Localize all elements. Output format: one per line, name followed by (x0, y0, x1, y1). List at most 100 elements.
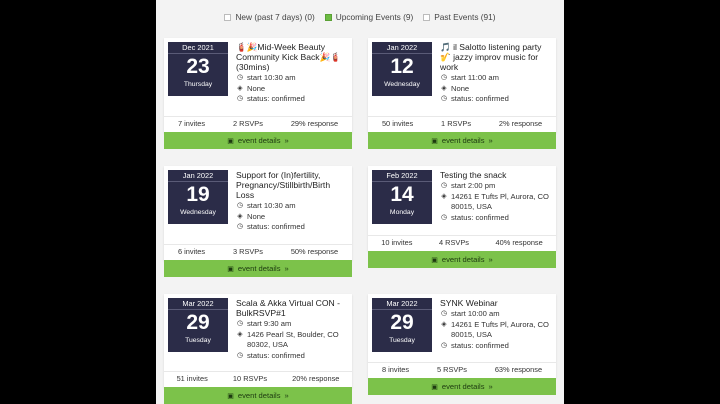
status-icon: ◷ (236, 95, 244, 102)
calendar-icon: ▣ (431, 256, 438, 264)
status-icon: ◷ (440, 95, 448, 102)
event-title[interactable]: Support for (In)fertility, Pregnancy/Sti… (236, 170, 350, 200)
event-card: Feb 2022 14 Monday Testing the snack ◷ st… (368, 166, 556, 268)
double-chevron-right-icon: » (284, 136, 289, 145)
event-info: Testing the snack ◷ start 2:00 pm ◈ 14261 … (440, 170, 554, 223)
rsvps-count: 1 RSVPs (441, 119, 472, 128)
event-details-label: event details (237, 136, 281, 145)
double-chevron-right-icon: » (488, 255, 493, 264)
date-weekday: Tuesday (389, 337, 415, 344)
event-details-button[interactable]: ▣ event details » (164, 132, 352, 149)
rsvps-count: 3 RSVPs (232, 247, 263, 256)
double-chevron-right-icon: » (284, 264, 289, 273)
event-details-button[interactable]: ▣ event details » (368, 251, 556, 268)
event-location: None (451, 83, 470, 93)
filter-new-checkbox[interactable] (224, 13, 232, 21)
event-time: start 9:30 am (247, 319, 292, 328)
date-day: 29 (186, 311, 210, 334)
event-status: status: confirmed (451, 340, 509, 350)
clock-icon: ◷ (440, 310, 448, 317)
event-title[interactable]: 🎵 il Salotto listening party 🎷 jazzy imp… (440, 42, 554, 72)
location-icon: ◈ (237, 330, 243, 338)
event-stats: 7 invites 2 RSVPs 29% response (164, 116, 352, 130)
location-icon: ◈ (441, 192, 447, 200)
location-icon: ◈ (237, 84, 243, 92)
event-info: 🧯🎉Mid-Week Beauty Community Kick Back🎉🧯(… (236, 42, 350, 105)
invites-count: 50 invites (381, 119, 414, 128)
date-day: 29 (390, 311, 414, 334)
date-month: Mar 2022 (168, 298, 228, 310)
event-card: Mar 2022 29 Tuesday Scala & Akka Virtual… (164, 294, 352, 404)
event-info: SYNK Webinar ◷ start 10:00 am ◈ 14261 E Tu… (440, 298, 554, 351)
date-weekday: Thursday (183, 81, 213, 88)
status-icon: ◷ (236, 223, 244, 230)
event-card: Jan 2022 12 Wednesday 🎵 il Salotto liste… (368, 38, 556, 149)
filter-new[interactable]: New (past 7 days) (0) (224, 10, 315, 24)
double-chevron-right-icon: » (488, 136, 493, 145)
event-stats: 8 invites 5 RSVPs 63% response (368, 362, 556, 376)
date-month: Feb 2022 (372, 170, 432, 182)
date-day: 19 (186, 183, 210, 206)
filter-upcoming-checkbox[interactable] (324, 13, 332, 21)
date-badge: Jan 2022 12 Wednesday (372, 42, 432, 96)
rsvps-count: 5 RSVPs (436, 365, 467, 374)
status-icon: ◷ (440, 341, 448, 349)
filter-past-checkbox[interactable] (423, 13, 431, 21)
rsvps-count: 2 RSVPs (232, 119, 263, 128)
date-month: Mar 2022 (372, 298, 432, 310)
rsvps-count: 10 RSVPs (232, 374, 268, 383)
double-chevron-right-icon: » (284, 391, 289, 400)
rsvps-count: 4 RSVPs (438, 238, 469, 247)
date-badge: Mar 2022 29 Tuesday (168, 298, 228, 352)
event-info: Scala & Akka Virtual CON - BulkRSVP#1 ◷ s… (236, 298, 350, 361)
event-title[interactable]: 🧯🎉Mid-Week Beauty Community Kick Back🎉🧯(… (236, 42, 350, 72)
event-title[interactable]: Scala & Akka Virtual CON - BulkRSVP#1 (236, 298, 350, 318)
event-status: status: confirmed (451, 212, 509, 222)
date-weekday: Monday (389, 209, 415, 216)
event-location: 14261 E Tufts Pl, Aurora, CO 80015, USA (451, 319, 549, 340)
date-badge: Dec 2021 23 Thursday (168, 42, 228, 96)
clock-icon: ◷ (440, 74, 448, 81)
location-icon: ◈ (237, 212, 243, 220)
date-weekday: Wednesday (180, 209, 216, 216)
date-day: 12 (390, 55, 414, 78)
location-icon: ◈ (441, 320, 447, 328)
event-details-label: event details (441, 255, 485, 264)
event-stats: 6 invites 3 RSVPs 50% response (164, 244, 352, 258)
event-time: start 2:00 pm (451, 181, 496, 190)
invites-count: 10 invites (381, 238, 413, 247)
event-location: None (247, 211, 266, 221)
calendar-icon: ▣ (431, 383, 438, 391)
event-details-button[interactable]: ▣ event details » (368, 132, 556, 149)
filter-upcoming[interactable]: Upcoming Events (9) (324, 10, 413, 24)
response-rate: 63% response (494, 365, 543, 374)
invites-count: 6 invites (177, 247, 206, 256)
event-details-button[interactable]: ▣ event details » (164, 260, 352, 277)
event-details-label: event details (237, 391, 281, 400)
event-time: start 10:00 am (451, 309, 500, 318)
event-details-label: event details (441, 382, 485, 391)
status-icon: ◷ (440, 213, 448, 221)
event-card: Jan 2022 19 Wednesday Support for (In)fe… (164, 166, 352, 277)
filter-past[interactable]: Past Events (91) (423, 10, 496, 24)
event-title[interactable]: Testing the snack (440, 170, 554, 180)
event-stats: 51 invites 10 RSVPs 20% response (164, 371, 352, 385)
event-card: Mar 2022 29 Tuesday SYNK Webinar ◷ start … (368, 294, 556, 395)
event-location: 14261 E Tufts Pl, Aurora, CO 80015, USA (451, 191, 549, 212)
date-month: Jan 2022 (168, 170, 228, 182)
filter-new-label: New (past 7 days) (0) (235, 12, 315, 22)
date-month: Dec 2021 (168, 42, 228, 54)
event-details-button[interactable]: ▣ event details » (164, 387, 352, 404)
date-weekday: Wednesday (384, 81, 420, 88)
clock-icon: ◷ (440, 182, 448, 189)
event-details-button[interactable]: ▣ event details » (368, 378, 556, 395)
event-stats: 10 invites 4 RSVPs 40% response (368, 235, 556, 249)
event-title[interactable]: SYNK Webinar (440, 298, 554, 308)
invites-count: 8 invites (381, 365, 410, 374)
invites-count: 51 invites (176, 374, 208, 383)
event-time: start 10:30 am (247, 201, 296, 210)
event-card: Dec 2021 23 Thursday 🧯🎉Mid-Week Beauty C… (164, 38, 352, 149)
event-status: status: confirmed (247, 94, 305, 103)
status-icon: ◷ (236, 351, 244, 359)
date-day: 14 (390, 183, 414, 206)
